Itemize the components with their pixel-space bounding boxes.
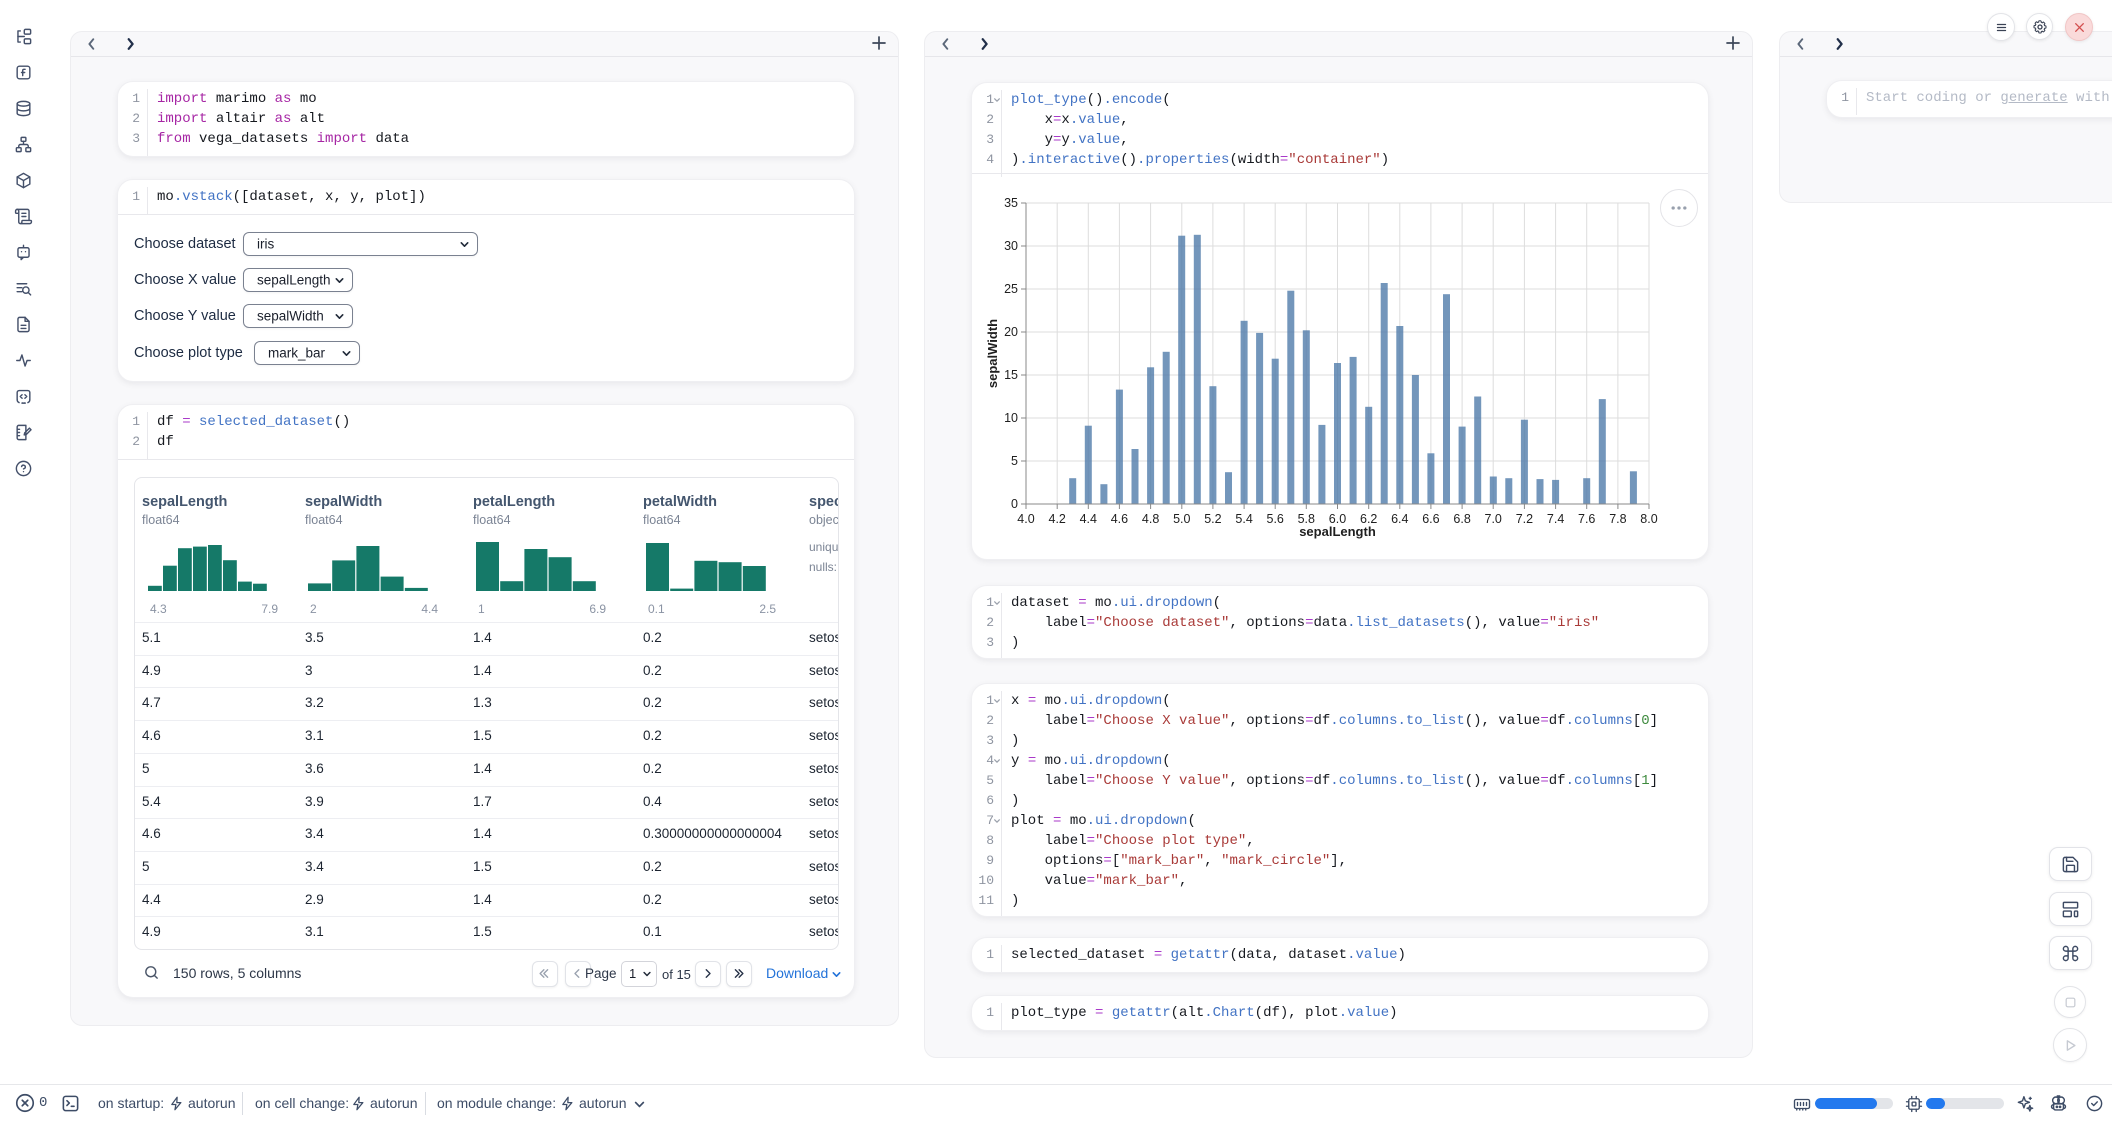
svg-text:4.6: 4.6 bbox=[1111, 512, 1128, 526]
svg-text:25: 25 bbox=[1004, 282, 1018, 296]
svg-text:7.0: 7.0 bbox=[1485, 512, 1502, 526]
svg-text:5.2: 5.2 bbox=[1204, 512, 1221, 526]
svg-text:6.6: 6.6 bbox=[1422, 512, 1439, 526]
svg-text:7.6: 7.6 bbox=[1578, 512, 1595, 526]
svg-text:35: 35 bbox=[1004, 196, 1018, 210]
svg-text:6.8: 6.8 bbox=[1453, 512, 1470, 526]
svg-text:sepalWidth: sepalWidth bbox=[985, 319, 1000, 388]
svg-text:20: 20 bbox=[1004, 325, 1018, 339]
svg-text:6.4: 6.4 bbox=[1391, 512, 1408, 526]
svg-text:4.0: 4.0 bbox=[1017, 512, 1034, 526]
svg-text:4.8: 4.8 bbox=[1142, 512, 1159, 526]
svg-text:7.4: 7.4 bbox=[1547, 512, 1564, 526]
svg-text:8.0: 8.0 bbox=[1640, 512, 1657, 526]
svg-text:7.2: 7.2 bbox=[1516, 512, 1533, 526]
svg-text:10: 10 bbox=[1004, 411, 1018, 425]
svg-text:4.4: 4.4 bbox=[1080, 512, 1097, 526]
svg-text:15: 15 bbox=[1004, 368, 1018, 382]
svg-text:5.0: 5.0 bbox=[1173, 512, 1190, 526]
svg-text:5.4: 5.4 bbox=[1235, 512, 1252, 526]
svg-text:5.6: 5.6 bbox=[1267, 512, 1284, 526]
svg-text:sepalLength: sepalLength bbox=[1299, 524, 1376, 539]
svg-text:4.2: 4.2 bbox=[1049, 512, 1066, 526]
svg-text:7.8: 7.8 bbox=[1609, 512, 1626, 526]
svg-text:5: 5 bbox=[1011, 454, 1018, 468]
svg-text:30: 30 bbox=[1004, 239, 1018, 253]
svg-text:0: 0 bbox=[1011, 497, 1018, 511]
